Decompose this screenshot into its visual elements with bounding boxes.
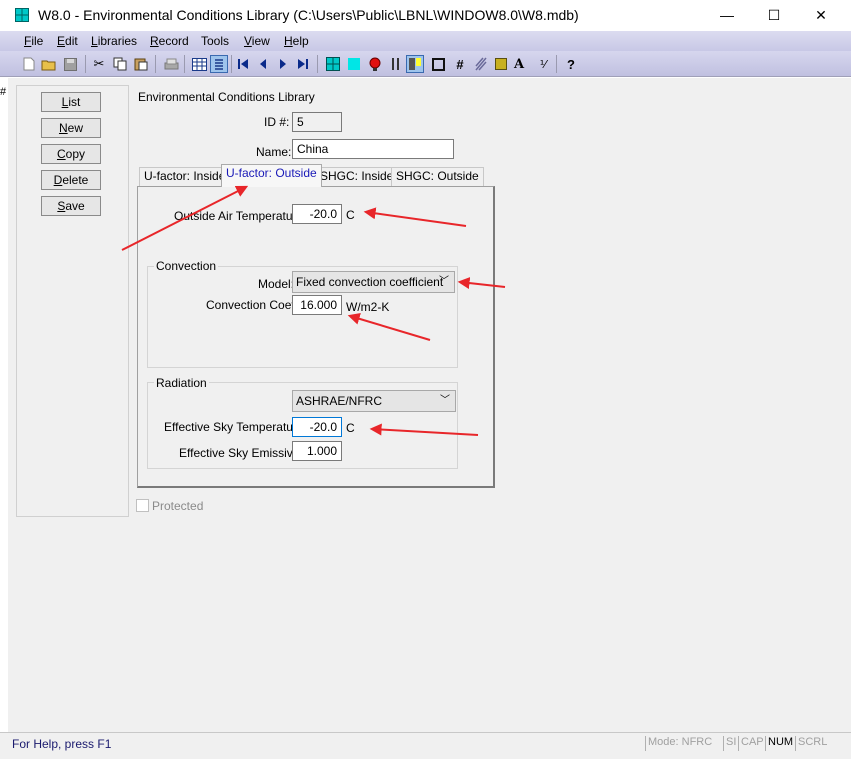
chevron-down-icon: ﹀ xyxy=(440,395,450,406)
cyan-square-icon[interactable] xyxy=(345,55,363,73)
highlight-icon[interactable] xyxy=(406,55,424,73)
cut-icon[interactable]: ✂ xyxy=(90,55,108,73)
status-scrl: SCRL xyxy=(795,736,829,751)
tab-ufactor-outside[interactable]: U-factor: Outside xyxy=(221,164,322,187)
name-input[interactable]: China xyxy=(292,139,454,159)
open-folder-icon[interactable] xyxy=(40,55,58,73)
menu-libraries[interactable]: Libraries xyxy=(91,34,137,48)
last-record-icon[interactable] xyxy=(294,55,312,73)
menu-help[interactable]: Help xyxy=(284,34,309,48)
status-bar: For Help, press F1 Mode: NFRC SI CAP NUM… xyxy=(0,732,851,752)
menu-tools[interactable]: Tools xyxy=(201,34,229,48)
close-button[interactable]: ✕ xyxy=(798,0,844,31)
menu-view[interactable]: View xyxy=(244,34,270,48)
hash-icon[interactable]: # xyxy=(451,55,469,73)
red-circle-icon[interactable] xyxy=(366,55,384,73)
maximize-button[interactable]: ☐ xyxy=(751,0,797,31)
outside-air-temp-input[interactable]: -20.0 xyxy=(292,204,342,224)
help-question-icon[interactable]: ? xyxy=(562,55,580,73)
toolbar: ✂ # A ⅟ ? xyxy=(0,51,851,77)
window-app-icon xyxy=(15,8,29,22)
menu-edit[interactable]: Edit xyxy=(57,34,78,48)
chevron-down-icon: ﹀ xyxy=(439,276,449,287)
new-button[interactable]: New xyxy=(41,118,101,138)
convection-model-select[interactable]: Fixed convection coefficient ﹀ xyxy=(292,271,455,293)
pause-bars-icon[interactable] xyxy=(387,55,405,73)
sky-temp-unit: C xyxy=(346,421,355,435)
status-num: NUM xyxy=(765,736,795,751)
sky-temp-input[interactable]: -20.0 xyxy=(292,417,342,437)
save-button[interactable]: Save xyxy=(41,196,101,216)
id-label: ID #: xyxy=(264,115,290,129)
form-view-icon[interactable] xyxy=(210,55,228,73)
protected-label: Protected xyxy=(152,499,204,513)
sky-temp-label: Effective Sky Temperature xyxy=(164,420,304,434)
status-cap: CAP xyxy=(738,736,765,751)
fraction-icon[interactable]: ⅟ xyxy=(534,55,552,73)
convection-coef-input[interactable]: 16.000 xyxy=(292,295,342,315)
sky-emissivity-input[interactable]: 1.000 xyxy=(292,441,342,461)
menu-record[interactable]: Record xyxy=(150,34,189,48)
status-help-text: For Help, press F1 xyxy=(12,737,112,751)
list-view-icon[interactable] xyxy=(190,55,208,73)
radiation-model-value: ASHRAE/NFRC xyxy=(296,394,383,408)
hatch-icon[interactable] xyxy=(472,55,490,73)
menu-file[interactable]: File xyxy=(24,34,43,48)
protected-checkbox[interactable] xyxy=(136,499,149,512)
desktop-strip xyxy=(0,752,851,759)
window-title: W8.0 - Environmental Conditions Library … xyxy=(38,7,579,23)
model-label: Model: xyxy=(258,277,295,291)
form-heading: Environmental Conditions Library xyxy=(138,90,315,104)
frame-icon[interactable] xyxy=(429,55,447,73)
next-record-icon[interactable] xyxy=(274,55,292,73)
new-file-icon[interactable] xyxy=(20,55,38,73)
convection-coef-unit: W/m2-K xyxy=(346,300,390,314)
name-label: Name: xyxy=(256,145,292,159)
convection-group-title: Convection xyxy=(154,259,219,273)
copy-icon[interactable] xyxy=(111,55,129,73)
list-button[interactable]: List xyxy=(41,92,101,112)
status-mode: Mode: NFRC xyxy=(645,736,723,751)
copy-button[interactable]: Copy xyxy=(41,144,101,164)
edge-hash-icon: # xyxy=(0,86,7,98)
delete-button[interactable]: Delete xyxy=(41,170,101,190)
id-field: 5 xyxy=(292,112,342,132)
print-icon[interactable] xyxy=(162,55,180,73)
convection-coef-label: Convection Coef. xyxy=(206,298,299,312)
paste-icon[interactable] xyxy=(132,55,150,73)
tab-shgc-inside[interactable]: SHGC: Inside xyxy=(315,167,399,186)
grid-icon[interactable] xyxy=(324,55,342,73)
tab-shgc-outside[interactable]: SHGC: Outside xyxy=(391,167,484,186)
menu-bar: File Edit Libraries Record Tools View He… xyxy=(0,31,851,51)
yellow-square-icon[interactable] xyxy=(492,55,510,73)
font-a-icon[interactable]: A xyxy=(510,55,528,73)
status-si: SI xyxy=(723,736,738,751)
outside-air-temp-unit: C xyxy=(346,208,355,222)
minimize-button[interactable]: — xyxy=(704,0,750,31)
save-disk-icon[interactable] xyxy=(61,55,79,73)
left-edge xyxy=(0,78,8,732)
outside-air-temp-label: Outside Air Temperature xyxy=(174,209,304,223)
sky-emissivity-label: Effective Sky Emissivity xyxy=(179,446,305,460)
tab-ufactor-inside[interactable]: U-factor: Inside xyxy=(139,167,231,186)
convection-model-value: Fixed convection coefficient xyxy=(296,275,444,289)
first-record-icon[interactable] xyxy=(234,55,252,73)
radiation-group-title: Radiation xyxy=(154,376,209,390)
title-bar: W8.0 - Environmental Conditions Library … xyxy=(0,0,851,31)
radiation-model-select[interactable]: ASHRAE/NFRC ﹀ xyxy=(292,390,456,412)
previous-record-icon[interactable] xyxy=(254,55,272,73)
